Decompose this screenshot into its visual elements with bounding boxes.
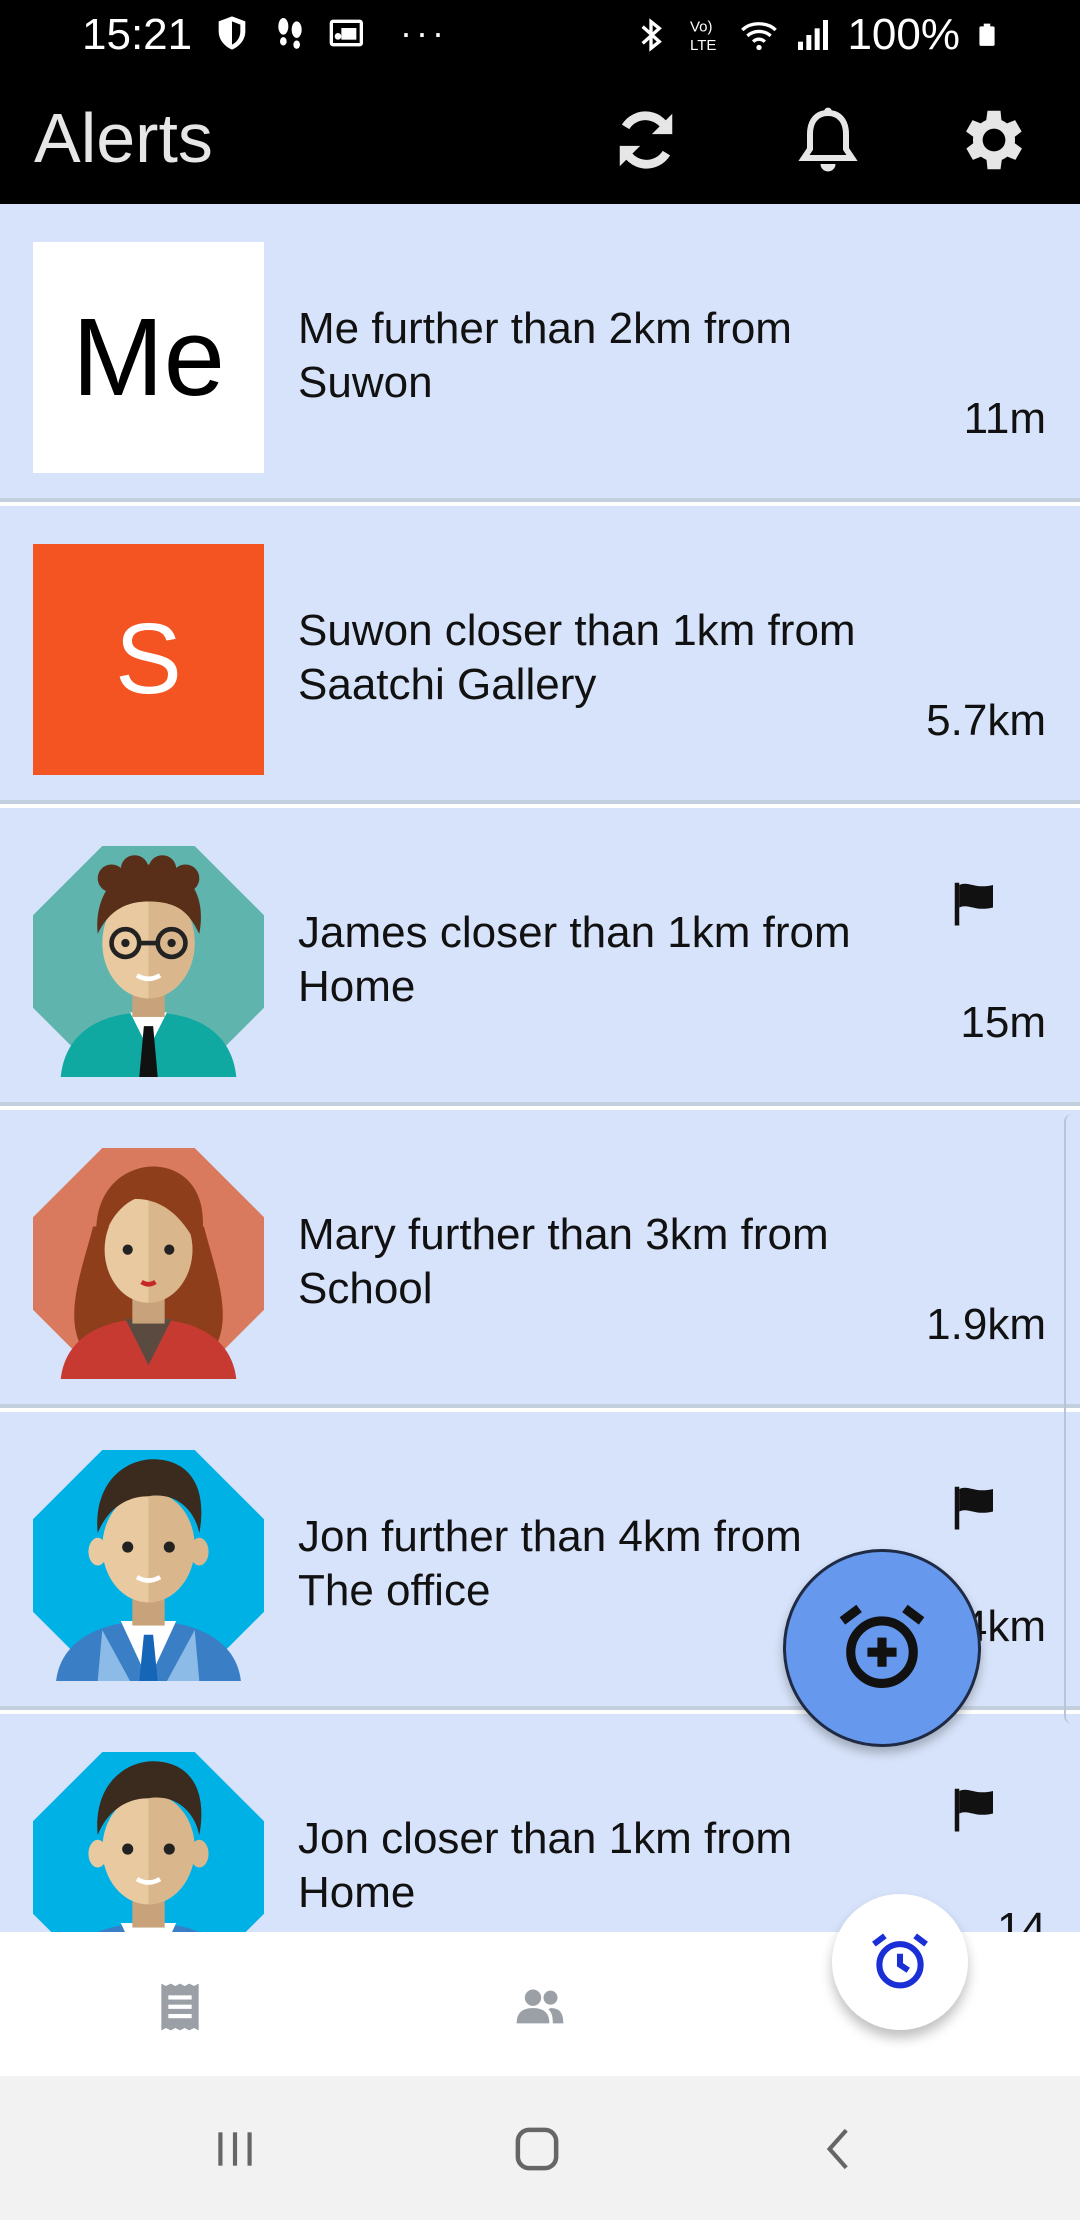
app-bar: Alerts bbox=[0, 72, 1080, 204]
status-time: 15:21 bbox=[82, 10, 193, 59]
nav-feed-button[interactable] bbox=[140, 1972, 220, 2042]
man-suit-avatar-icon bbox=[33, 1752, 264, 1932]
flag-icon bbox=[954, 882, 993, 926]
alert-item[interactable]: James closer than 1km from Home 15m bbox=[0, 808, 1080, 1106]
recent-apps-button[interactable] bbox=[195, 2114, 275, 2184]
avatar-initials: Me bbox=[72, 296, 225, 419]
back-button[interactable] bbox=[800, 2114, 880, 2184]
refresh-icon bbox=[619, 111, 673, 169]
picture-in-picture-icon bbox=[329, 19, 363, 47]
recent-apps-icon bbox=[218, 2132, 252, 2166]
alert-description: Suwon closer than 1km from Saatchi Galle… bbox=[298, 606, 856, 709]
shield-icon bbox=[218, 16, 246, 50]
add-alarm-icon bbox=[839, 1604, 925, 1688]
back-icon bbox=[826, 2128, 848, 2170]
avatar bbox=[33, 1752, 264, 1932]
scrollbar[interactable] bbox=[1064, 1114, 1080, 1724]
alert-distance: 1.9km bbox=[926, 1300, 1046, 1349]
alert-item[interactable]: Mary further than 3km from School 1.9km bbox=[0, 1110, 1080, 1408]
battery-percent: 100% bbox=[847, 10, 960, 59]
svg-text:LTE: LTE bbox=[690, 37, 716, 54]
notifications-button[interactable] bbox=[786, 98, 870, 182]
bottom-navigation bbox=[0, 1894, 1080, 2076]
alert-item[interactable]: Me Me further than 2km from Suwon 11m bbox=[0, 204, 1080, 502]
avatar bbox=[33, 1450, 264, 1681]
nav-people-button[interactable] bbox=[500, 1972, 580, 2042]
home-icon bbox=[515, 2127, 559, 2171]
signal-icon bbox=[798, 20, 829, 50]
alarm-clock-icon bbox=[872, 1933, 928, 1989]
woman-avatar-icon bbox=[33, 1148, 264, 1379]
settings-button[interactable] bbox=[952, 98, 1036, 182]
man-suit-avatar-icon bbox=[33, 1450, 264, 1681]
system-navigation-bar bbox=[0, 2076, 1080, 2220]
avatar: Me bbox=[33, 242, 264, 473]
home-button[interactable] bbox=[497, 2114, 577, 2184]
alert-distance: 15m bbox=[960, 998, 1046, 1047]
status-system-icons: Vo) LTE 100% bbox=[631, 10, 1000, 60]
status-notification-icons: ··· bbox=[212, 12, 448, 54]
volte-icon: Vo)LTE bbox=[690, 19, 716, 54]
alert-distance: 11m bbox=[963, 394, 1046, 443]
bluetooth-icon bbox=[642, 18, 663, 52]
status-bar: 15:21 ··· Vo) LTE 100% bbox=[0, 0, 1080, 72]
bell-icon bbox=[798, 107, 858, 172]
nav-alarm-button[interactable] bbox=[832, 1894, 968, 2030]
flag-icon bbox=[954, 1788, 993, 1832]
alert-description: Me further than 2km from Suwon bbox=[298, 304, 792, 407]
page-title: Alerts bbox=[34, 99, 213, 177]
battery-icon bbox=[979, 23, 995, 46]
flag-icon bbox=[954, 1486, 993, 1530]
alert-distance: 5.7km bbox=[926, 696, 1046, 745]
refresh-button[interactable] bbox=[604, 98, 688, 182]
alert-description: Jon closer than 1km from Home bbox=[298, 1814, 792, 1917]
feed-icon bbox=[161, 1983, 199, 2031]
add-alert-button[interactable] bbox=[783, 1549, 981, 1747]
status-overflow: ··· bbox=[400, 12, 448, 53]
gear-icon bbox=[966, 110, 1022, 170]
alert-description: James closer than 1km from Home bbox=[298, 908, 851, 1011]
alert-item[interactable]: S Suwon closer than 1km from Saatchi Gal… bbox=[0, 506, 1080, 804]
svg-text:Vo): Vo) bbox=[690, 19, 713, 36]
alert-description: Jon further than 4km from The office bbox=[298, 1512, 802, 1615]
footsteps-icon bbox=[278, 18, 302, 49]
man-glasses-avatar-icon bbox=[33, 846, 264, 1077]
avatar bbox=[33, 1148, 264, 1379]
avatar-initials: S bbox=[115, 603, 182, 715]
alert-description: Mary further than 3km from School bbox=[298, 1210, 829, 1313]
wifi-icon bbox=[741, 22, 778, 51]
alert-distance: 14 bbox=[997, 1904, 1046, 1932]
people-icon bbox=[516, 1989, 564, 2024]
avatar: S bbox=[33, 544, 264, 775]
avatar bbox=[33, 846, 264, 1077]
